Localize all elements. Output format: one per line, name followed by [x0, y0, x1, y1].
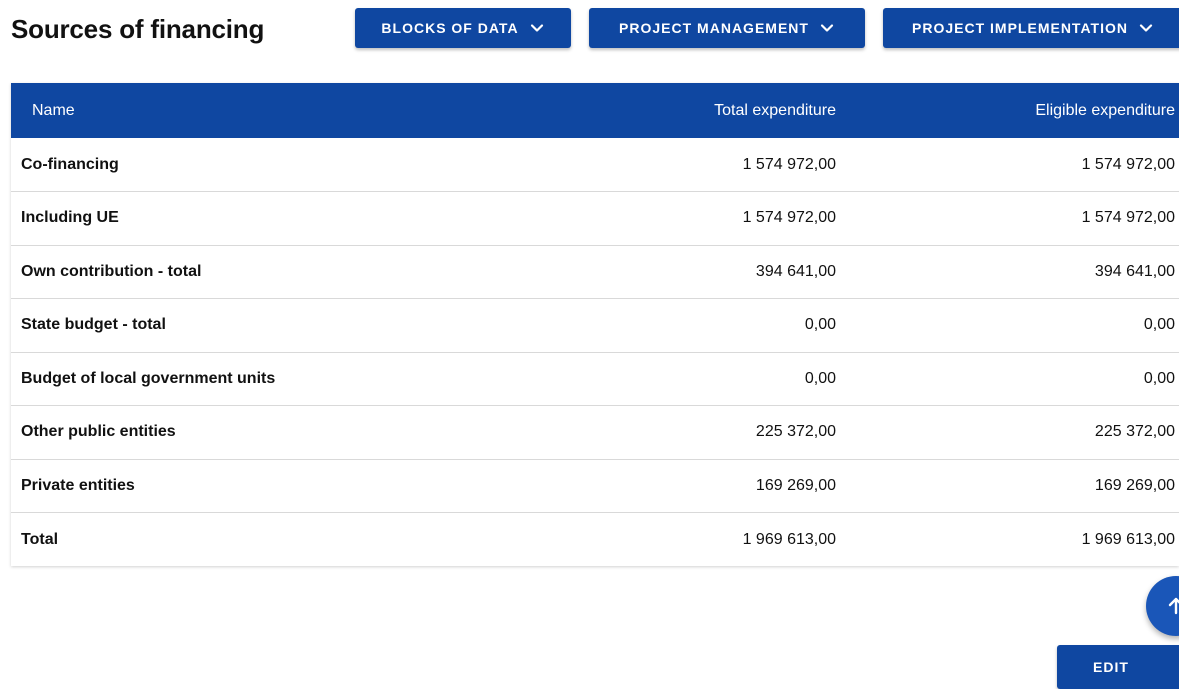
project-implementation-button[interactable]: PROJECT IMPLEMENTATION — [883, 8, 1179, 48]
row-name: Budget of local government units — [21, 369, 276, 387]
column-header-total-expenditure: Total expenditure — [714, 101, 836, 119]
row-eligible-expenditure: 225 372,00 — [1094, 423, 1175, 441]
column-header-name: Name — [32, 101, 75, 119]
project-management-label: PROJECT MANAGEMENT — [619, 20, 809, 36]
page-title: Sources of financing — [11, 14, 265, 44]
blocks-of-data-label: BLOCKS OF DATA — [381, 20, 519, 36]
row-name: State budget - total — [21, 316, 166, 334]
project-management-button[interactable]: PROJECT MANAGEMENT — [589, 8, 865, 48]
row-eligible-expenditure: 1 574 972,00 — [1081, 209, 1175, 227]
row-total-expenditure: 1 574 972,00 — [742, 209, 836, 227]
row-eligible-expenditure: 0,00 — [1143, 316, 1175, 334]
table-row-total: Total 1 969 613,00 1 969 613,00 — [11, 513, 1179, 567]
row-total-expenditure: 0,00 — [804, 316, 836, 334]
chevron-down-icon — [819, 20, 835, 36]
edit-button[interactable]: EDIT — [1057, 645, 1179, 689]
table-row: Own contribution - total 394 641,00 394 … — [11, 245, 1179, 299]
row-name: Other public entities — [21, 423, 176, 441]
blocks-of-data-button[interactable]: BLOCKS OF DATA — [355, 8, 571, 48]
row-total-expenditure: 0,00 — [804, 369, 836, 387]
chevron-down-icon — [1138, 20, 1154, 36]
row-name: Own contribution - total — [21, 262, 202, 280]
scroll-to-top-button[interactable] — [1146, 576, 1179, 636]
row-eligible-expenditure: 1 574 972,00 — [1081, 155, 1175, 173]
financing-table: Name Total expenditure Eligible expendit… — [11, 83, 1179, 566]
row-name: Private entities — [21, 476, 135, 494]
row-eligible-expenditure: 169 269,00 — [1094, 476, 1175, 494]
row-total-expenditure: 394 641,00 — [755, 262, 836, 280]
row-name: Total — [21, 530, 59, 548]
table-row: Budget of local government units 0,00 0,… — [11, 352, 1179, 406]
row-name: Co-financing — [21, 155, 119, 173]
row-eligible-expenditure: 394 641,00 — [1094, 262, 1175, 280]
arrow-up-icon — [1168, 597, 1179, 615]
table-row: Co-financing 1 574 972,00 1 574 972,00 — [11, 138, 1179, 192]
row-total-expenditure: 169 269,00 — [755, 476, 836, 494]
table-row: Other public entities 225 372,00 225 372… — [11, 406, 1179, 459]
row-total-expenditure: 1 969 613,00 — [742, 530, 836, 548]
row-total-expenditure: 1 574 972,00 — [742, 155, 836, 173]
table-row: Private entities 169 269,00 169 269,00 — [11, 459, 1179, 513]
financing-table-container: Name Total expenditure Eligible expendit… — [11, 83, 1179, 566]
row-eligible-expenditure: 0,00 — [1143, 369, 1175, 387]
row-eligible-expenditure: 1 969 613,00 — [1081, 530, 1175, 548]
table-header-row: Name Total expenditure Eligible expendit… — [11, 83, 1179, 138]
row-name: Including UE — [21, 209, 119, 227]
table-row: State budget - total 0,00 0,00 — [11, 299, 1179, 352]
table-row: Including UE 1 574 972,00 1 574 972,00 — [11, 192, 1179, 245]
project-implementation-label: PROJECT IMPLEMENTATION — [912, 20, 1128, 36]
chevron-down-icon — [529, 20, 545, 36]
row-total-expenditure: 225 372,00 — [755, 423, 836, 441]
column-header-eligible-expenditure: Eligible expenditure — [1035, 101, 1175, 119]
